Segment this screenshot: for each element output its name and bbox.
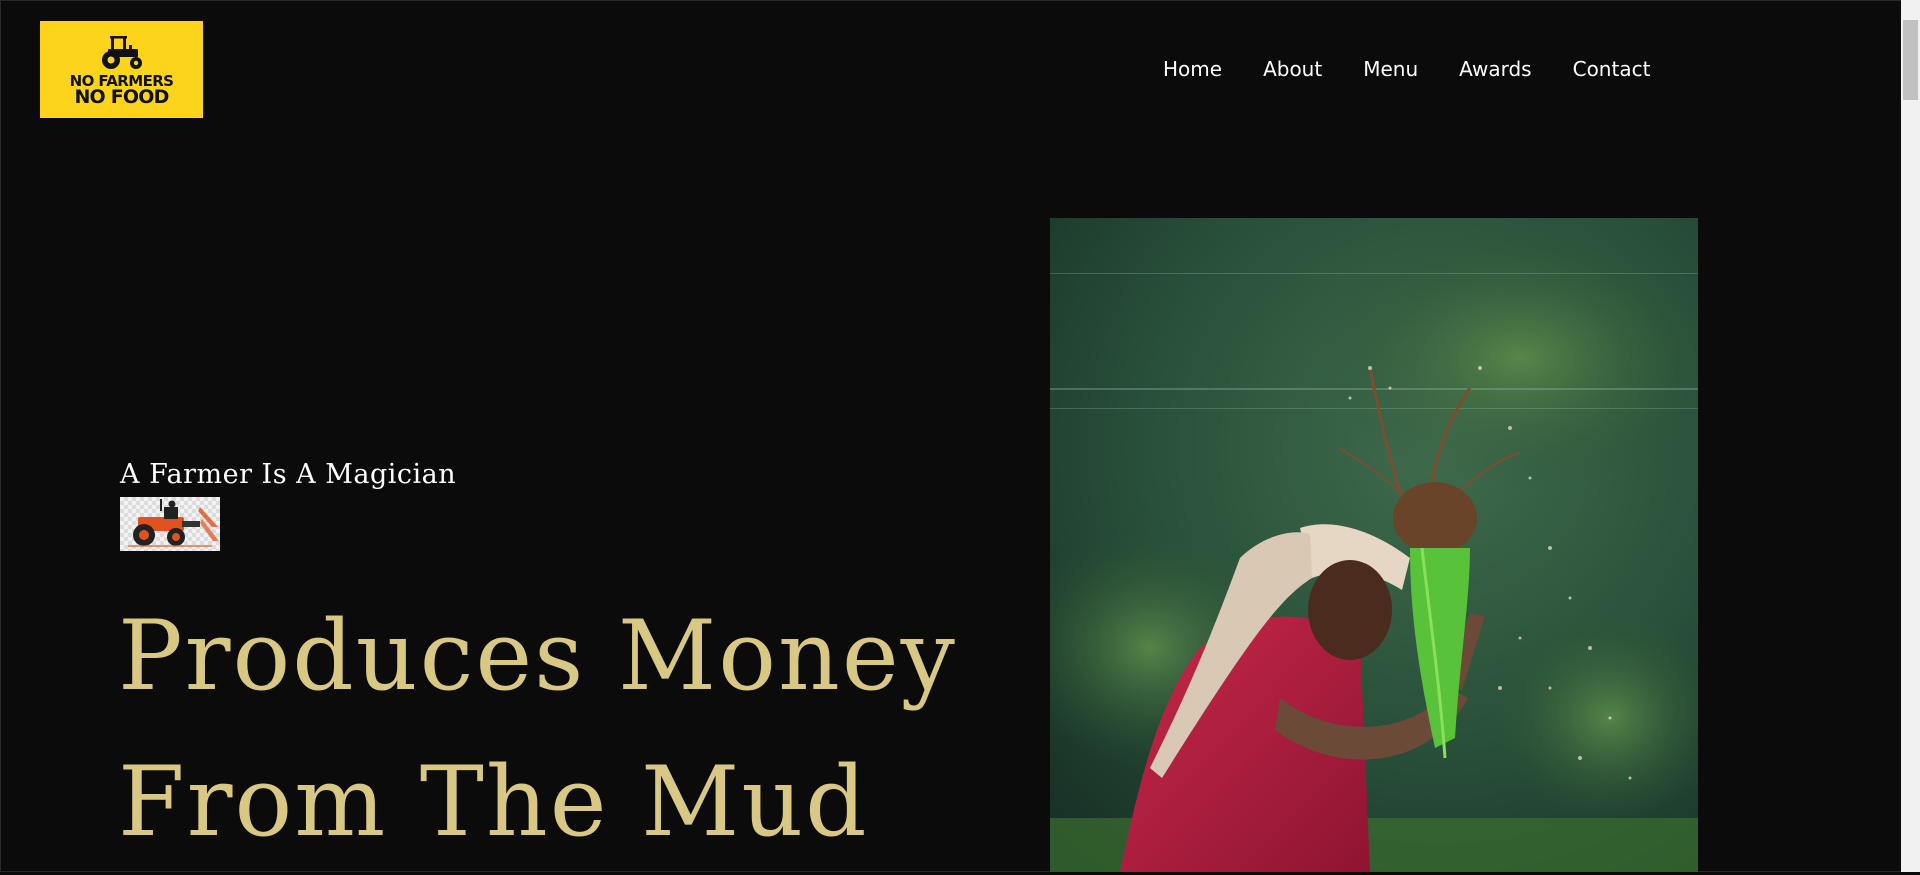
nav-home[interactable]: Home (1163, 56, 1222, 82)
hero-kicker: A Farmer Is A Magician (120, 459, 457, 490)
tractor-icon (96, 33, 148, 71)
page-scrollbar[interactable] (1901, 0, 1920, 872)
tractor-illustration (120, 497, 220, 551)
hero-headline: Produces Money From The Mud (118, 583, 957, 875)
hero-headline-line2: From The Mud (118, 746, 869, 858)
scrollbar-thumb[interactable] (1903, 20, 1918, 100)
nav-menu[interactable]: Menu (1363, 56, 1418, 82)
brand-logo[interactable]: NO FARMERS NO FOOD (40, 21, 203, 118)
logo-text-line2: NO FOOD (74, 86, 169, 108)
hero-photo (1050, 218, 1698, 872)
main-nav: Home About Menu Awards Contact (1163, 56, 1691, 82)
nav-awards[interactable]: Awards (1459, 56, 1531, 82)
hero-headline-line1: Produces Money (118, 600, 957, 712)
nav-about[interactable]: About (1263, 56, 1322, 82)
nav-contact[interactable]: Contact (1573, 56, 1651, 82)
